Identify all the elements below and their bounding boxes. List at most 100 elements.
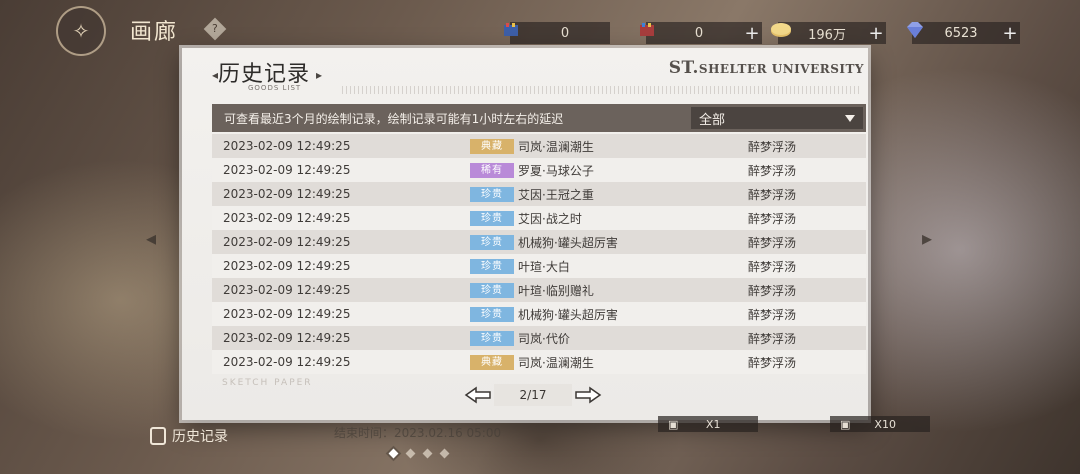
record-row: 2023-02-09 12:49:25 珍贵 叶瑄·大白 醉梦浮汤: [212, 254, 866, 278]
record-item: 罗夏·马球公子: [518, 163, 594, 178]
resource-value: 196万: [808, 27, 846, 43]
arrow-right-decor-icon: ▸: [316, 68, 323, 82]
page-title: 画廊: [130, 20, 179, 45]
record-time: 2023-02-09 12:49:25: [223, 355, 351, 369]
diamond-icon: [904, 21, 923, 39]
record-time: 2023-02-09 12:49:25: [223, 283, 351, 297]
ticket-blue-icon: [502, 21, 520, 39]
ruler-decoration: [342, 86, 862, 94]
rarity-badge: 珍贵: [470, 234, 514, 250]
history-button[interactable]: 历史记录: [150, 426, 228, 446]
ticket-icon: ▣: [840, 417, 851, 431]
prev-page-button[interactable]: [462, 384, 494, 406]
resource-value: 6523: [944, 25, 978, 41]
page-dot[interactable]: [422, 448, 433, 459]
rarity-filter-select[interactable]: 全部: [691, 107, 863, 129]
record-row: 2023-02-09 12:49:25 珍贵 司岚·代价 醉梦浮汤: [212, 326, 866, 350]
rarity-badge: 珍贵: [470, 210, 514, 226]
resource-ticket-red: 0 +: [640, 22, 762, 44]
record-source: 醉梦浮汤: [748, 187, 797, 202]
rarity-badge: 典藏: [470, 138, 514, 154]
record-source: 醉梦浮汤: [748, 307, 797, 322]
record-source: 醉梦浮汤: [748, 355, 797, 370]
record-row: 2023-02-09 12:49:25 珍贵 艾因·王冠之重 醉梦浮汤: [212, 182, 866, 206]
resource-value: 0: [694, 25, 704, 41]
record-row: 2023-02-09 12:49:25 珍贵 艾因·战之时 醉梦浮汤: [212, 206, 866, 230]
record-source: 醉梦浮汤: [748, 283, 797, 298]
record-item: 叶瑄·大白: [518, 259, 570, 274]
brand-logo: ST.SHELTER UNIVERSITY: [669, 58, 864, 78]
diamond-help-icon[interactable]: ?: [203, 17, 227, 41]
panel-subtitle: GOODS LIST: [248, 84, 302, 92]
record-item: 机械狗·罐头超厉害: [518, 307, 618, 322]
record-item: 机械狗·罐头超厉害: [518, 235, 618, 250]
draw-once-label: X1: [705, 417, 721, 431]
record-source: 醉梦浮汤: [748, 163, 797, 178]
brand-name: SHELTER UNIVERSITY: [698, 62, 864, 76]
record-list: 2023-02-09 12:49:25 典藏 司岚·温澜潮生 醉梦浮汤 2023-02-…: [212, 134, 866, 374]
next-page-button[interactable]: [572, 384, 604, 406]
page-dot[interactable]: [388, 448, 399, 459]
draw-once-button[interactable]: ▣ X1: [658, 416, 758, 432]
record-row: 2023-02-09 12:49:25 典藏 司岚·温澜潮生 醉梦浮汤: [212, 134, 866, 158]
rarity-badge: 珍贵: [470, 282, 514, 298]
page-dots: [388, 448, 450, 459]
page-indicator: 2/17: [494, 384, 572, 406]
record-time: 2023-02-09 12:49:25: [223, 235, 351, 249]
resource-value: 0: [560, 25, 570, 41]
record-item: 叶瑄·临别赠礼: [518, 283, 594, 298]
sketch-paper-label: SKETCH PAPER: [222, 378, 313, 388]
draw-ten-label: X10: [874, 417, 896, 431]
coin-icon: [770, 21, 791, 39]
add-diamond-button[interactable]: +: [1000, 23, 1020, 44]
record-source: 醉梦浮汤: [748, 139, 797, 154]
rarity-badge: 珍贵: [470, 258, 514, 274]
ticket-icon: ▣: [668, 417, 679, 431]
add-ticket-button[interactable]: +: [742, 23, 762, 44]
record-row: 2023-02-09 12:49:25 珍贵 机械狗·罐头超厉害 醉梦浮汤: [212, 302, 866, 326]
resource-diamond: 6523 +: [907, 22, 1020, 44]
history-icon: [150, 427, 166, 445]
record-row: 2023-02-09 12:49:25 稀有 罗夏·马球公子 醉梦浮汤: [212, 158, 866, 182]
page-dot[interactable]: [405, 448, 416, 459]
record-time: 2023-02-09 12:49:25: [223, 139, 351, 153]
filter-bar: 可查看最近3个月的绘制记录，绘制记录可能有1小时左右的延迟 全部: [212, 104, 866, 132]
resource-ticket-blue: 0: [504, 22, 610, 44]
record-item: 司岚·温澜潮生: [518, 139, 594, 154]
page-dot[interactable]: [439, 448, 450, 459]
record-item: 艾因·王冠之重: [518, 187, 594, 202]
end-time: 结束时间：2023.02.16 05:00: [334, 426, 502, 440]
rarity-badge: 珍贵: [470, 306, 514, 322]
filter-notice: 可查看最近3个月的绘制记录，绘制记录可能有1小时左右的延迟: [224, 111, 564, 126]
record-row: 2023-02-09 12:49:25 典藏 司岚·温澜潮生 醉梦浮汤: [212, 350, 866, 374]
filter-selected-value: 全部: [699, 112, 726, 128]
pagination: 2/17: [462, 384, 604, 406]
butterfly-icon: ✧: [56, 6, 106, 56]
record-row: 2023-02-09 12:49:25 珍贵 叶瑄·临别赠礼 醉梦浮汤: [212, 278, 866, 302]
arrow-right-icon[interactable]: ▸: [922, 226, 932, 250]
record-time: 2023-02-09 12:49:25: [223, 259, 351, 273]
rarity-badge: 珍贵: [470, 186, 514, 202]
rarity-badge: 珍贵: [470, 330, 514, 346]
record-item: 司岚·代价: [518, 331, 570, 346]
record-time: 2023-02-09 12:49:25: [223, 163, 351, 177]
resource-coin: 196万 +: [771, 22, 886, 44]
record-time: 2023-02-09 12:49:25: [223, 331, 351, 345]
rarity-badge: 稀有: [470, 162, 514, 178]
arrow-left-icon[interactable]: ◂: [146, 226, 156, 250]
brand-st: ST.: [668, 58, 699, 78]
record-item: 司岚·温澜潮生: [518, 355, 594, 370]
rarity-badge: 典藏: [470, 354, 514, 370]
chevron-down-icon: [845, 114, 855, 122]
draw-ten-button[interactable]: ▣ X10: [830, 416, 930, 432]
record-source: 醉梦浮汤: [748, 259, 797, 274]
record-time: 2023-02-09 12:49:25: [223, 307, 351, 321]
record-time: 2023-02-09 12:49:25: [223, 211, 351, 225]
ticket-red-icon: [638, 21, 656, 39]
history-panel: ◂ 历史记录 ▸ GOODS LIST ST.SHELTER UNIVERSIT…: [182, 48, 868, 420]
record-item: 艾因·战之时: [518, 211, 582, 226]
record-row: 2023-02-09 12:49:25 珍贵 机械狗·罐头超厉害 醉梦浮汤: [212, 230, 866, 254]
record-time: 2023-02-09 12:49:25: [223, 187, 351, 201]
record-source: 醉梦浮汤: [748, 211, 797, 226]
add-coin-button[interactable]: +: [866, 23, 886, 44]
